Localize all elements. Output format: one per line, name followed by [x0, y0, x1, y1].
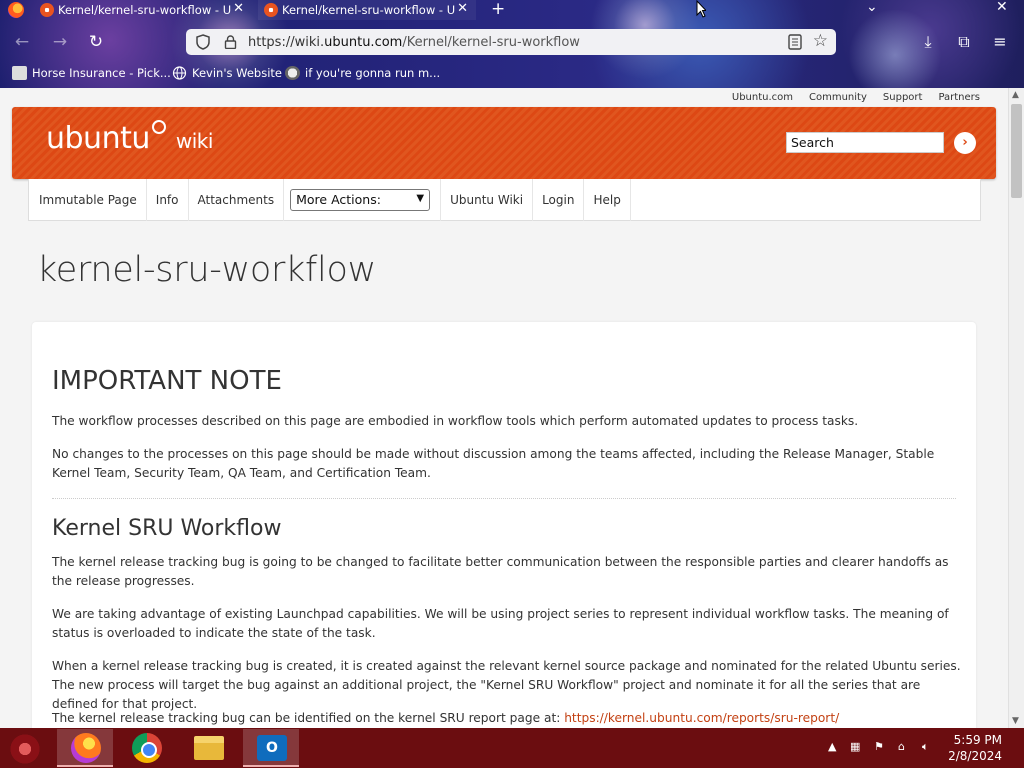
- action-login[interactable]: Login: [533, 178, 585, 221]
- list-all-tabs-icon[interactable]: ⌄: [866, 0, 878, 15]
- forward-icon[interactable]: →: [48, 30, 72, 54]
- section-divider: [52, 498, 956, 499]
- mouse-cursor-icon: [696, 0, 706, 18]
- page-scrollbar[interactable]: ▲ ▼: [1008, 88, 1024, 728]
- page-title: kernel-sru-workflow: [37, 250, 376, 290]
- url-domain: ubuntu.com: [324, 34, 403, 50]
- scrollbar-thumb[interactable]: [1011, 104, 1022, 198]
- paragraph-4: We are taking advantage of existing Laun…: [52, 607, 949, 640]
- bookmark-horse-insurance[interactable]: Horse Insurance - Pick...: [12, 64, 171, 82]
- url-prefix: https://wiki.: [248, 34, 325, 50]
- tab-kernel-sru-workflow-2[interactable]: Kernel/kernel-sru-workflow - U ✕: [258, 0, 476, 20]
- bookmark-label: Kevin's Website: [192, 66, 282, 80]
- heading-important-note: IMPORTANT NOTE: [52, 366, 282, 396]
- scroll-down-arrow-icon[interactable]: ▼: [1012, 716, 1019, 726]
- action-ubuntu-wiki[interactable]: Ubuntu Wiki: [441, 178, 534, 221]
- bookmark-face-icon: [285, 66, 300, 80]
- top-link-community[interactable]: Community: [809, 92, 867, 103]
- taskbar-file-explorer[interactable]: [180, 729, 236, 767]
- more-actions-select[interactable]: More Actions: ▼: [290, 188, 431, 211]
- paragraph-3: The kernel release tracking bug is going…: [52, 555, 949, 588]
- new-tab-button[interactable]: +: [491, 0, 505, 19]
- ubuntu-wiki-logo[interactable]: ubuntu wiki: [46, 120, 214, 156]
- bookmark-label: if you're gonna run m...: [305, 66, 441, 80]
- show-hidden-icons-icon[interactable]: ▲: [828, 740, 836, 753]
- action-center-flag-icon[interactable]: ⚑: [874, 740, 884, 753]
- chrome-icon: [132, 733, 162, 763]
- paragraph-5: When a kernel release tracking bug is cr…: [52, 659, 961, 711]
- ubuntu-circle-of-friends-icon: [151, 120, 166, 134]
- downloads-icon[interactable]: ⤓: [916, 30, 940, 54]
- page-viewport: Ubuntu.com Community Support Partners ub…: [0, 88, 1008, 728]
- globe-icon: [172, 66, 187, 80]
- action-info[interactable]: Info: [147, 178, 189, 221]
- logo-text: ubuntu: [46, 121, 150, 156]
- ubuntu-wiki-banner: ubuntu wiki ›: [12, 107, 996, 179]
- top-link-support[interactable]: Support: [883, 92, 923, 103]
- start-button[interactable]: [8, 732, 42, 766]
- back-icon[interactable]: ←: [10, 30, 34, 54]
- url-text[interactable]: https://wiki.ubuntu.com/Kernel/kernel-sr…: [248, 35, 580, 50]
- close-tab-icon[interactable]: ✕: [233, 1, 244, 16]
- tab-kernel-sru-workflow-1[interactable]: Kernel/kernel-sru-workflow - U ✕: [34, 0, 252, 20]
- clock-date: 2/8/2024: [948, 749, 1002, 763]
- windows-taskbar: O ▲ ▦ ⚑ ⌂ 🔈︎ 5:59 PM 2/8/2024: [0, 728, 1024, 768]
- logo-suffix: wiki: [175, 129, 214, 153]
- reader-view-icon[interactable]: [788, 34, 802, 50]
- action-help[interactable]: Help: [584, 178, 631, 221]
- tab-bar: Kernel/kernel-sru-workflow - U ✕ Kernel/…: [0, 0, 1024, 22]
- page-content: IMPORTANT NOTE The workflow processes de…: [32, 322, 976, 728]
- sru-report-link[interactable]: https://kernel.ubuntu.com/reports/sru-re…: [564, 711, 839, 725]
- chevron-down-icon: ▼: [416, 192, 425, 204]
- taskbar-firefox[interactable]: [57, 729, 113, 767]
- reload-icon[interactable]: ↻: [84, 30, 108, 54]
- top-link-ubuntu-com[interactable]: Ubuntu.com: [732, 92, 793, 103]
- tab-title: Kernel/kernel-sru-workflow - U: [282, 3, 456, 17]
- search-go-button[interactable]: ›: [954, 132, 976, 154]
- lock-icon[interactable]: [224, 35, 237, 49]
- action-attachments[interactable]: Attachments: [189, 178, 285, 221]
- network-icon[interactable]: ⌂: [898, 740, 905, 753]
- top-link-partners[interactable]: Partners: [938, 92, 980, 103]
- ubuntu-favicon-icon: [264, 3, 278, 17]
- extensions-icon[interactable]: ⧉: [952, 30, 976, 54]
- address-bar[interactable]: https://wiki.ubuntu.com/Kernel/kernel-sr…: [186, 29, 836, 55]
- firefox-icon: [71, 733, 101, 763]
- bookmark-star-icon[interactable]: ☆: [813, 31, 828, 51]
- bookmarks-toolbar: Horse Insurance - Pick... Kevin's Websit…: [0, 62, 1024, 84]
- bookmark-page-icon: [12, 66, 27, 80]
- page-action-bar: Immutable Page Info Attachments More Act…: [28, 178, 981, 221]
- paragraph-6: The kernel release tracking bug can be i…: [52, 709, 962, 728]
- close-window-icon[interactable]: ✕: [996, 0, 1008, 15]
- taskbar-clock[interactable]: 5:59 PM 2/8/2024: [948, 732, 1002, 764]
- heading-kernel-sru-workflow: Kernel SRU Workflow: [52, 516, 282, 541]
- bookmark-kevins-website[interactable]: Kevin's Website: [172, 64, 282, 82]
- tracking-protection-shield-icon[interactable]: [196, 34, 210, 50]
- clock-time: 5:59 PM: [953, 733, 1002, 747]
- bookmark-if-youre-gonna-run[interactable]: if you're gonna run m...: [285, 64, 440, 82]
- search-input[interactable]: [786, 132, 944, 153]
- ubuntu-favicon-icon: [40, 3, 54, 17]
- volume-muted-icon[interactable]: 🔈︎: [922, 740, 929, 754]
- action-immutable-page[interactable]: Immutable Page: [29, 179, 146, 221]
- paragraph-6-text: The kernel release tracking bug can be i…: [52, 711, 565, 725]
- tab-title: Kernel/kernel-sru-workflow - U: [58, 3, 232, 17]
- scroll-up-arrow-icon[interactable]: ▲: [1012, 90, 1019, 100]
- close-tab-icon[interactable]: ✕: [457, 1, 468, 16]
- more-actions-label: More Actions:: [296, 192, 381, 207]
- outlook-icon: O: [257, 735, 287, 761]
- browser-chrome: Kernel/kernel-sru-workflow - U ✕ Kernel/…: [0, 0, 1024, 88]
- url-path: /Kernel/kernel-sru-workflow: [402, 34, 580, 50]
- taskbar-outlook[interactable]: O: [243, 729, 299, 767]
- firefox-menu-icon[interactable]: [8, 2, 24, 18]
- taskbar-chrome[interactable]: [118, 729, 174, 767]
- paragraph-1: The workflow processes described on this…: [52, 414, 859, 428]
- paragraph-2: No changes to the processes on this page…: [52, 447, 935, 480]
- file-explorer-icon: [194, 736, 224, 760]
- hamburger-menu-icon[interactable]: ≡: [988, 30, 1012, 54]
- navigation-toolbar: ← → ↻ https://wiki.ubuntu.com/Kernel/ker…: [0, 26, 1024, 58]
- bookmark-label: Horse Insurance - Pick...: [32, 66, 171, 80]
- top-links: Ubuntu.com Community Support Partners: [732, 92, 980, 103]
- network-status-icon[interactable]: ▦: [850, 740, 860, 753]
